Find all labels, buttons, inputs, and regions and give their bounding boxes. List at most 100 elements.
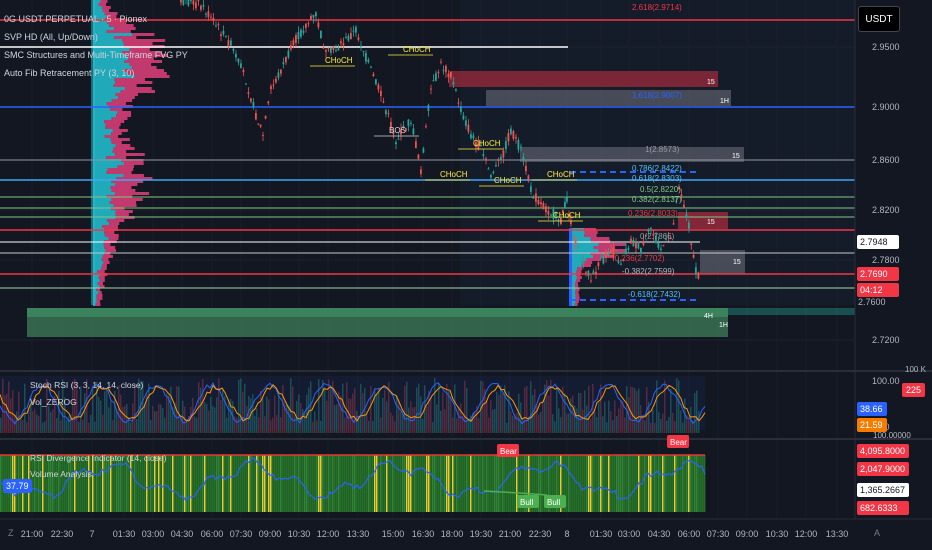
rsi-volume-bar	[280, 455, 282, 512]
rsi-volume-bar	[478, 455, 480, 512]
candle-body	[662, 245, 665, 247]
indicator-stoch-rsi[interactable]: Stoch RSI (3, 3, 14, 14, close)	[30, 377, 143, 394]
candle-body	[225, 35, 227, 37]
rsi-volume-bar	[376, 455, 378, 512]
rsi-volume-bar	[374, 455, 376, 512]
profile-bar-down	[576, 276, 582, 279]
profile-bar-down	[107, 168, 134, 171]
candle-body	[530, 186, 532, 192]
rsi-volume-bar	[636, 455, 638, 512]
profile-bar-up	[93, 120, 105, 123]
rsi-volume-bar	[208, 455, 210, 512]
candle-body	[417, 154, 420, 159]
profile-bar-down	[117, 111, 132, 114]
rsi-volume-bar	[676, 455, 678, 512]
profile-bar-down	[102, 264, 107, 267]
indicator-volume-analysis[interactable]: Volume Analysis	[30, 466, 167, 482]
rsi-volume-bar	[484, 455, 486, 512]
rsi-volume-bar	[430, 455, 432, 512]
rsi-volume-bar	[604, 455, 606, 512]
rsi-volume-bar	[480, 455, 482, 512]
rsi-volume-bar	[580, 455, 582, 512]
profile-bar-down	[99, 279, 105, 282]
candle-body	[195, 2, 197, 9]
rsi-volume-bar	[626, 455, 628, 512]
rsi-volume-bar	[266, 455, 268, 512]
profile-bar-up	[93, 210, 116, 213]
corner-left-icon[interactable]: Z	[8, 528, 14, 538]
profile-bar-up	[93, 99, 112, 102]
candle-body	[247, 92, 250, 94]
candle-body	[445, 65, 447, 73]
candle-body	[574, 236, 577, 247]
profile-bar-down	[575, 297, 580, 300]
candle-body	[572, 235, 574, 240]
candle-body	[252, 101, 255, 108]
volume-axis-label: 100 K	[905, 365, 926, 374]
corner-right-icon[interactable]: A	[874, 528, 880, 538]
rsi-volume-bar	[226, 455, 228, 512]
profile-bar-down	[584, 234, 597, 237]
symbol-title[interactable]: 0G USDT PERPETUAL · 5 · Pionex	[4, 10, 188, 28]
profile-bar-up	[93, 117, 112, 120]
candle-body	[347, 35, 350, 41]
candle-body	[472, 135, 475, 139]
indicator-fib[interactable]: Auto Fib Retracement PY (3, 10)	[4, 64, 188, 82]
candle-body	[345, 36, 347, 38]
candle-body	[227, 40, 230, 47]
rsi-volume-bar	[366, 455, 368, 512]
profile-bar-down	[109, 222, 120, 225]
profile-bar-up	[93, 192, 115, 195]
profile-bar-up	[93, 303, 96, 306]
candle-body	[465, 120, 467, 126]
fvg-zone-green	[27, 317, 728, 337]
rsi-volume-bar	[170, 455, 172, 512]
currency-button[interactable]: USDT	[858, 6, 900, 32]
rsi-volume-bar	[180, 455, 182, 512]
candle-body	[372, 74, 375, 77]
price-tick: 2.7800	[872, 255, 900, 265]
rsi-volume-bar	[318, 455, 320, 512]
candle-body	[600, 257, 602, 259]
indicator-svp[interactable]: SVP HD (All, Up/Down)	[4, 28, 188, 46]
profile-bar-down	[100, 0, 108, 3]
profile-bar-down	[98, 3, 107, 6]
fvg-zone-red	[449, 71, 718, 87]
fib-label: 2.618(2.9714)	[632, 3, 682, 12]
candle-body	[297, 32, 300, 39]
rsi-volume-bar	[474, 455, 476, 512]
rsi-volume-bar	[206, 455, 208, 512]
indicator-smc[interactable]: SMC Structures and Multi-Timeframe FVG P…	[4, 46, 188, 64]
rsi-volume-bar	[438, 455, 440, 512]
rsi-volume-bar	[570, 455, 572, 512]
candle-body	[280, 69, 282, 74]
rsi-volume-bar	[572, 455, 574, 512]
candle-body	[683, 204, 685, 208]
candle-body	[595, 271, 597, 275]
candle-body	[264, 115, 267, 119]
profile-bar-up	[93, 276, 99, 279]
candle-body	[202, 4, 205, 7]
time-tick: 19:30	[470, 529, 493, 539]
profile-bar-up	[93, 111, 118, 114]
profile-bar-up	[93, 102, 107, 105]
profile-bar-up	[93, 204, 114, 207]
candle-body	[245, 83, 247, 85]
candle-body	[495, 165, 497, 167]
indicator-rsi-divergence[interactable]: RSI Divergence Indicator (14, close)	[30, 450, 167, 466]
candle-body	[357, 37, 360, 40]
rsi-volume-bar	[322, 455, 324, 512]
candle-body	[215, 25, 217, 27]
structure-label: CHoCH	[494, 176, 522, 185]
rsi-volume-bar	[686, 455, 688, 512]
rsi-volume-bar	[236, 455, 238, 512]
candle-body	[302, 30, 305, 33]
indicator-vol[interactable]: Vol_ZEROG	[30, 394, 143, 411]
profile-bar-down	[116, 114, 132, 117]
candle-body	[317, 22, 320, 28]
rsi-volume-bar	[196, 455, 198, 512]
rsi-volume-bar	[416, 455, 418, 512]
candle-body	[585, 271, 587, 273]
time-tick: 13:30	[826, 529, 849, 539]
profile-bar-up	[93, 153, 116, 156]
